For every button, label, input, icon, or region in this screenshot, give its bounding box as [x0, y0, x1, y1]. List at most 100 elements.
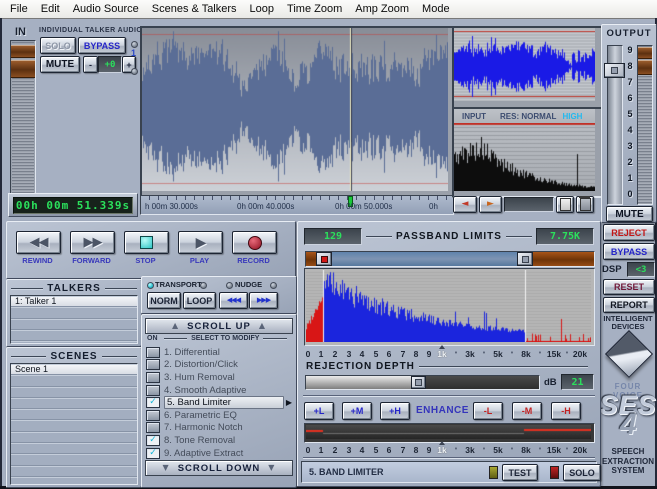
master-bypass-button[interactable]: BYPASS — [603, 243, 655, 260]
filter-row-8-tone-removal[interactable]: 8. Tone Removal — [146, 434, 292, 447]
menu-item-file[interactable]: File — [10, 3, 28, 15]
enhance-plus-low-button[interactable]: +L — [304, 402, 334, 420]
forward-label: FORWARD — [70, 256, 113, 265]
scene-empty-row[interactable] — [11, 454, 137, 465]
enhance-plus-mid-button[interactable]: +M — [342, 402, 372, 420]
scroll-left-button[interactable] — [453, 196, 477, 213]
input-fader-handle[interactable] — [11, 60, 35, 78]
forward-button[interactable] — [70, 231, 115, 254]
scene-empty-row[interactable] — [11, 432, 137, 443]
talker-empty-row[interactable] — [11, 319, 137, 330]
timeline-ruler[interactable]: h 00m 30.000s0h 00m 40.000s0h 00m 50.000… — [140, 195, 454, 215]
trash-button[interactable] — [576, 196, 594, 213]
freq-tick-label: 6 — [387, 349, 392, 359]
scene-empty-row[interactable] — [11, 387, 137, 398]
freq-tick-dot: • — [511, 446, 513, 453]
scene-empty-row[interactable] — [11, 375, 137, 386]
filter-row-2-distortion-click[interactable]: 2. Distortion/Click — [146, 359, 292, 372]
play-button[interactable] — [178, 231, 223, 254]
filter-checkbox[interactable] — [146, 385, 160, 396]
scene-list-item[interactable]: Scene 1 — [11, 364, 137, 375]
nudge-back-button[interactable] — [219, 292, 248, 309]
scene-empty-row[interactable] — [11, 466, 137, 477]
passband-high-handle[interactable] — [517, 252, 533, 266]
reset-button[interactable]: RESET — [603, 279, 655, 295]
filter-row-7-harmonic-notch[interactable]: 7. Harmonic Notch — [146, 422, 292, 435]
talker-solo-button[interactable]: SOLO — [40, 37, 76, 54]
freq-tick-label: 20k — [573, 349, 587, 359]
record-button[interactable] — [232, 231, 277, 254]
filter-checkbox[interactable] — [146, 435, 160, 446]
talkers-list[interactable]: 1: Talker 1 — [10, 295, 138, 344]
main-waveform-canvas[interactable] — [142, 28, 448, 191]
filter-row-9-adaptive-extract[interactable]: 9. Adaptive Extract — [146, 447, 292, 460]
rejection-slider-handle[interactable] — [411, 376, 426, 389]
talker-mute-button[interactable]: MUTE — [40, 56, 80, 73]
menu-item-edit[interactable]: Edit — [41, 3, 60, 15]
enhance-plus-high-button[interactable]: +H — [380, 402, 410, 420]
rejection-slider[interactable] — [305, 375, 540, 390]
talker-bypass-button[interactable]: BYPASS — [78, 37, 126, 54]
clipboard-button[interactable] — [556, 196, 574, 213]
scenes-list[interactable]: Scene 1 — [10, 363, 138, 485]
report-button[interactable]: REPORT — [603, 297, 655, 313]
filter-list-header: ON SELECT TO MODIFY — [147, 335, 291, 342]
scene-empty-row[interactable] — [11, 398, 137, 409]
scroll-right-button[interactable] — [479, 196, 502, 213]
norm-button[interactable]: NORM — [147, 292, 181, 309]
scroll-up-bar[interactable]: SCROLL UP — [145, 318, 293, 334]
scene-empty-row[interactable] — [11, 443, 137, 454]
filter-checkbox[interactable] — [146, 347, 160, 358]
freq-tick-label: 4 — [360, 445, 365, 455]
talker-list-item[interactable]: 1: Talker 1 — [11, 296, 137, 307]
filter-label: 8. Tone Removal — [164, 435, 292, 446]
menu-item-mode[interactable]: Mode — [422, 3, 450, 15]
enhance-minus-low-button[interactable]: -L — [473, 402, 503, 420]
menu-item-scenes-talkers[interactable]: Scenes & Talkers — [152, 3, 237, 15]
scene-empty-row[interactable] — [11, 420, 137, 431]
nudge-forward-button[interactable] — [249, 292, 278, 309]
filter-checkbox[interactable] — [146, 410, 160, 421]
output-mute-button[interactable]: MUTE — [606, 206, 653, 222]
filter-row-4-smooth-adaptive[interactable]: 4. Smooth Adaptive — [146, 384, 292, 397]
nudge-back-icon — [227, 297, 240, 304]
menu-item-amp-zoom[interactable]: Amp Zoom — [355, 3, 409, 15]
filter-test-button[interactable]: TEST — [502, 464, 538, 481]
passband-low-handle[interactable] — [316, 252, 332, 266]
filter-row-3-hum-removal[interactable]: 3. Hum Removal — [146, 371, 292, 384]
output-fader-handle[interactable] — [604, 63, 625, 78]
enhance-minus-mid-button[interactable]: -M — [512, 402, 542, 420]
scene-empty-row[interactable] — [11, 409, 137, 420]
enhance-minus-high-button[interactable]: -H — [551, 402, 581, 420]
passband-slider[interactable] — [305, 251, 595, 267]
reject-button[interactable]: REJECT — [603, 224, 655, 241]
position-field[interactable] — [504, 197, 554, 212]
passband-header: 129 PASSBAND LIMITS 7.75K — [304, 229, 594, 244]
main-waveform-display[interactable] — [140, 26, 456, 199]
stop-button[interactable] — [124, 231, 169, 254]
input-fader[interactable] — [10, 40, 36, 195]
filter-row-5-band-limiter[interactable]: 5. Band Limiter — [146, 396, 292, 409]
talker-empty-row[interactable] — [11, 330, 137, 341]
menu-item-time-zoom[interactable]: Time Zoom — [287, 3, 342, 15]
menu-item-loop[interactable]: Loop — [250, 3, 274, 15]
spectrum-res-value[interactable]: HIGH — [562, 112, 582, 121]
filter-checkbox[interactable] — [146, 422, 160, 433]
filter-solo-button[interactable]: SOLO — [563, 464, 601, 481]
filter-checkbox[interactable] — [146, 397, 160, 408]
filter-label: 1. Differential — [164, 347, 292, 358]
filter-checkbox[interactable] — [146, 359, 160, 370]
filter-row-1-differential[interactable]: 1. Differential — [146, 346, 292, 359]
talker-empty-row[interactable] — [11, 307, 137, 318]
menu-item-audio-source[interactable]: Audio Source — [73, 3, 139, 15]
gain-minus-button[interactable]: - — [83, 56, 98, 73]
rewind-button[interactable] — [16, 231, 61, 254]
talker-empty-row[interactable] — [11, 341, 137, 344]
section-label: INDIVIDUAL TALKER AUDIO — [39, 27, 142, 34]
loop-button[interactable]: LOOP — [183, 292, 216, 309]
filter-checkbox[interactable] — [146, 448, 160, 459]
filter-row-6-parametric-eq[interactable]: 6. Parametric EQ — [146, 409, 292, 422]
filter-checkbox[interactable] — [146, 372, 160, 383]
scroll-down-bar[interactable]: SCROLL DOWN — [145, 460, 293, 476]
scene-empty-row[interactable] — [11, 477, 137, 485]
